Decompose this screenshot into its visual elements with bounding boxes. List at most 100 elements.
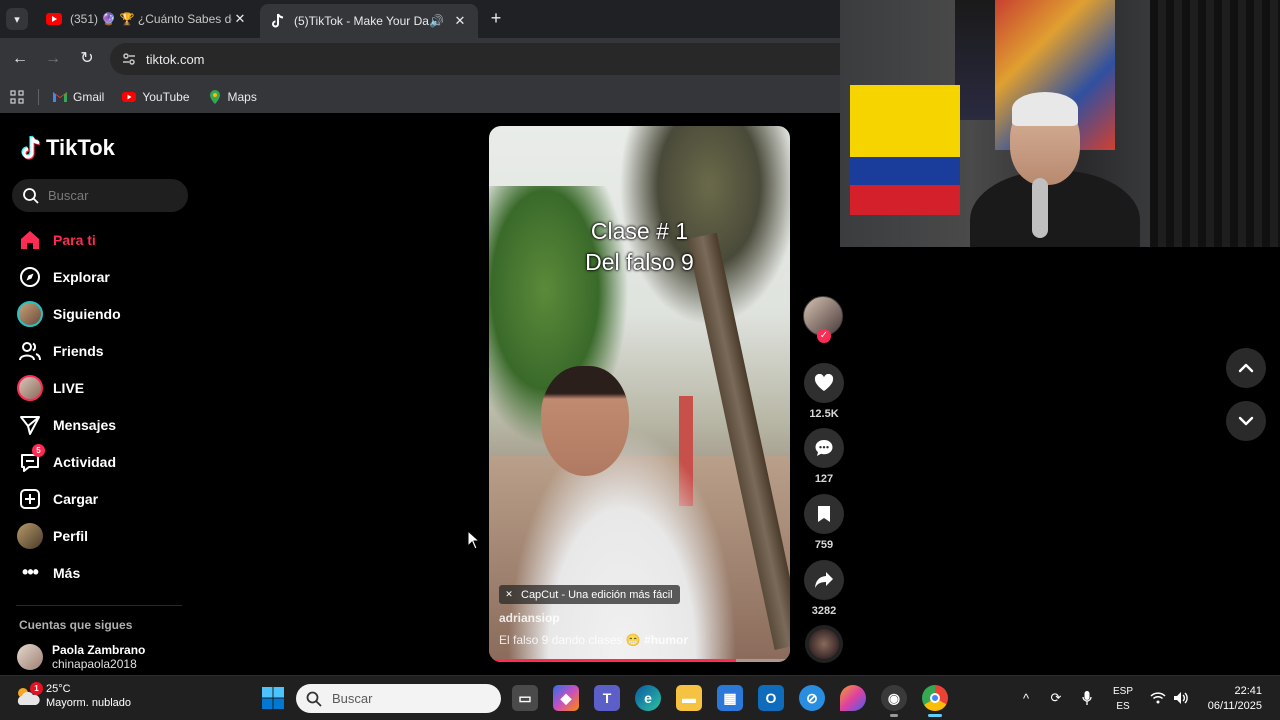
comment-count: 127 <box>814 473 834 485</box>
back-arrow-icon[interactable]: ← <box>9 48 31 70</box>
sidebar-item-label: Actividad <box>53 453 117 470</box>
language-code: ESP <box>1112 686 1133 697</box>
tiktok-logo[interactable]: TikTok <box>20 135 115 161</box>
video-progress-fill <box>489 659 736 662</box>
capcut-icon: ✕ <box>505 589 513 599</box>
taskbar-search-input[interactable]: Buscar <box>296 684 501 713</box>
video-overlay-text: Clase # 1 <box>590 218 689 244</box>
task-view-icon[interactable]: ▭ <box>512 685 538 711</box>
sidebar-item-perfil[interactable]: Perfil <box>16 517 186 554</box>
video-username[interactable]: adriansiop <box>499 611 560 625</box>
live-avatar <box>16 374 44 402</box>
previous-video-button[interactable] <box>1226 348 1266 388</box>
app-compass-icon[interactable]: ⊘ <box>799 685 825 711</box>
sync-icon[interactable]: ⟳ <box>1046 688 1066 708</box>
edge-icon[interactable]: e <box>635 685 661 711</box>
sidebar-item-label: Friends <box>53 342 104 359</box>
address-bar[interactable]: tiktok.com <box>110 43 840 75</box>
video-player[interactable]: Clase # 1 Del falso 9 ✕ CapCut - Una edi… <box>489 126 790 662</box>
mouse-cursor-icon <box>467 530 481 550</box>
bookmark-icon <box>804 494 844 534</box>
follow-plus-icon[interactable]: ✓ <box>817 329 831 343</box>
share-icon <box>804 560 844 600</box>
next-video-button[interactable] <box>1226 401 1266 441</box>
copilot-icon[interactable]: ◆ <box>553 685 579 711</box>
speaker-icon[interactable]: 🔊 <box>429 14 444 28</box>
following-section-title: Cuentas que sigues <box>19 618 133 632</box>
sidebar-item-cargar[interactable]: Cargar <box>16 480 186 517</box>
tab-title: (5)TikTok - Make Your Day <box>294 14 430 28</box>
sidebar-item-mensajes[interactable]: Mensajes <box>16 406 186 443</box>
new-tab-button[interactable]: + <box>486 8 506 28</box>
following-account[interactable]: Paola Zambrano chinapaola2018 <box>17 643 145 671</box>
capcut-tag[interactable]: ✕ CapCut - Una edición más fácil <box>499 585 680 604</box>
bookmark-youtube[interactable]: YouTube <box>122 90 190 104</box>
chrome-icon[interactable] <box>922 685 948 717</box>
system-clock[interactable]: 22:41 06/11/2025 <box>1196 684 1262 714</box>
weather-badge: 1 <box>30 682 43 695</box>
tab-tiktok[interactable]: (5)TikTok - Make Your Day 🔊 ✕ <box>260 4 478 38</box>
video-description: El falso 9 dando clases 😁 #humor <box>499 633 688 647</box>
comment-button[interactable]: 127 <box>804 428 844 485</box>
close-tab-icon[interactable]: ✕ <box>232 11 248 27</box>
youtube-favicon-icon <box>46 11 62 27</box>
music-disc-icon[interactable] <box>805 625 843 663</box>
taskbar-search-placeholder: Buscar <box>332 691 373 706</box>
bookmarks-divider <box>38 88 39 105</box>
sidebar-item-siguiendo[interactable]: Siguiendo <box>16 295 186 332</box>
sidebar-item-friends[interactable]: Friends <box>16 332 186 369</box>
sidebar-item-para-ti[interactable]: Para ti <box>16 221 186 258</box>
teams-icon[interactable]: T <box>594 685 620 711</box>
creator-avatar[interactable]: ✓ <box>803 296 843 343</box>
microphone-icon[interactable] <box>1077 688 1097 708</box>
save-button[interactable]: 759 <box>804 494 844 551</box>
language-indicator[interactable]: ESP ES <box>1110 684 1136 714</box>
like-count: 12.5K <box>809 408 839 420</box>
bookmark-maps[interactable]: Maps <box>208 89 257 104</box>
tab-youtube[interactable]: (351) 🔮 🏆 ¿Cuánto Sabes de ✕ <box>36 4 258 34</box>
sidebar-divider <box>16 605 182 606</box>
tab-search-button[interactable]: ▾ <box>6 8 28 30</box>
account-name: Paola Zambrano <box>52 643 146 657</box>
forward-arrow-icon[interactable]: → <box>42 48 64 70</box>
sidebar-item-label: LIVE <box>53 379 85 396</box>
sidebar-item-label: Explorar <box>53 268 110 285</box>
search-input[interactable]: Buscar <box>12 179 188 212</box>
hashtag-link[interactable]: #humor <box>644 633 688 647</box>
reload-icon[interactable]: ↻ <box>76 48 98 70</box>
windows-start-icon[interactable] <box>261 686 285 710</box>
like-button[interactable]: 12.5K <box>804 363 844 420</box>
share-button[interactable]: 3282 <box>804 560 844 617</box>
video-progress-bar[interactable] <box>489 659 790 662</box>
store-icon[interactable]: ▦ <box>717 685 743 711</box>
sidebar-item-live[interactable]: LIVE <box>16 369 186 406</box>
tiktok-favicon-icon <box>270 13 286 29</box>
volume-icon[interactable] <box>1171 688 1191 708</box>
wifi-icon[interactable] <box>1148 688 1168 708</box>
apps-grid-icon[interactable] <box>10 89 24 104</box>
close-tab-icon[interactable]: ✕ <box>452 13 468 29</box>
comment-icon <box>804 428 844 468</box>
outlook-icon[interactable]: O <box>758 685 784 711</box>
sidebar-item-label: Perfil <box>53 527 89 544</box>
tab-title: (351) 🔮 🏆 ¿Cuánto Sabes de <box>70 12 232 26</box>
bookmark-label: Maps <box>227 89 257 104</box>
bookmark-label: Gmail <box>73 89 105 104</box>
bookmark-gmail[interactable]: Gmail <box>53 90 104 104</box>
chevron-up-icon[interactable]: ^ <box>1016 688 1036 708</box>
save-count: 759 <box>814 539 834 551</box>
account-handle: chinapaola2018 <box>52 657 137 671</box>
file-explorer-icon[interactable]: ▬ <box>676 685 702 711</box>
temperature: 25°C <box>46 683 71 695</box>
color-app-icon[interactable] <box>840 685 866 711</box>
sidebar-item-actividad[interactable]: 5 Actividad <box>16 443 186 480</box>
weather-widget[interactable]: 1 25°C Mayorm. nublado <box>14 682 131 710</box>
video-overlay-text: Del falso 9 <box>585 249 694 275</box>
obs-icon[interactable]: ◉ <box>881 685 907 717</box>
browser-tab-strip: ▾ (351) 🔮 🏆 ¿Cuánto Sabes de ✕ (5)TikTok… <box>0 0 840 38</box>
ecuador-flag <box>850 85 960 215</box>
sidebar-item-explorar[interactable]: Explorar <box>16 258 186 295</box>
url-text: tiktok.com <box>146 51 205 67</box>
sidebar-item-mas[interactable]: ••• Más <box>16 554 186 591</box>
site-settings-icon[interactable] <box>120 50 138 68</box>
